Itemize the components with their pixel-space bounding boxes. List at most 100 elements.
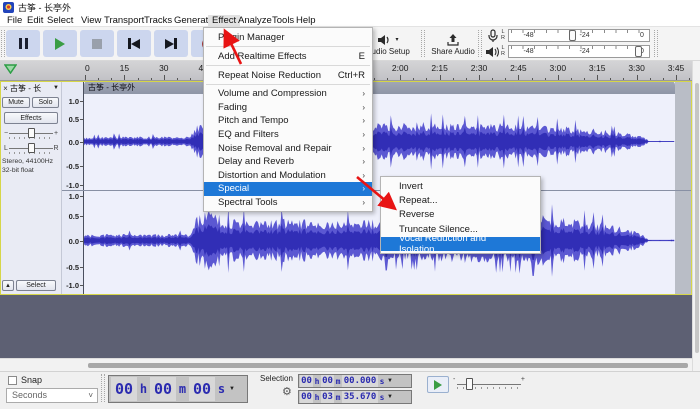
track-bitdepth-info: 32-bit float [2,167,34,174]
record-volume-slider[interactable] [569,30,576,41]
vruler-label: 1.0 [69,192,79,201]
menu-item-distortion-and-modulation[interactable]: Distortion and Modulation› [204,169,372,183]
menu-item-add-realtime-effects[interactable]: Add Realtime EffectsE [204,49,372,63]
channel-separator[interactable] [62,190,691,191]
chevron-down-icon[interactable]: ▼ [387,394,393,400]
menu-item-pitch-and-tempo[interactable]: Pitch and Tempo› [204,114,372,128]
snap-checkbox[interactable] [8,376,17,385]
speaker-icon: ▾ [377,33,398,47]
gain-plus-label: + [53,130,59,137]
playback-volume-slider[interactable] [635,46,642,57]
menu-item-delay-and-reverb[interactable]: Delay and Reverb› [204,155,372,169]
time-hours[interactable]: 00 [111,377,137,401]
app-icon [3,2,14,13]
submenu-arrow-icon: › [357,184,365,193]
chevron-down-icon[interactable]: ▼ [229,386,235,392]
submenu-arrow-icon: › [357,130,365,139]
audio-position-display[interactable]: 00 h 00 m 00 s ▼ [108,375,248,403]
play-at-speed-button[interactable] [427,376,449,393]
vertical-scrollbar[interactable] [692,61,700,371]
skip-end-icon [165,38,177,49]
pan-slider[interactable]: L R [3,142,59,155]
solo-button[interactable]: Solo [32,97,59,108]
timeline-label: 2:30 [471,63,488,73]
gear-icon[interactable]: ⚙ [282,385,292,398]
timeline-label: 30 [159,63,168,73]
play-button[interactable] [43,30,77,57]
menu-item-special[interactable]: Special› [204,182,372,196]
pause-button[interactable] [6,30,40,57]
selection-label: Selection [260,374,293,383]
menubar-item-help[interactable]: Help [292,15,320,26]
time-seconds-unit: s [215,382,228,396]
vruler-label: 0.5 [69,115,79,124]
playhead-pin-icon[interactable] [4,64,17,74]
menu-item-repeat-noise-reduction[interactable]: Repeat Noise ReductionCtrl+R [204,68,372,82]
track-menu-button[interactable]: ▼ [53,85,61,91]
submenu-arrow-icon: › [357,103,365,112]
toolbar-grip[interactable] [101,374,105,402]
submenu-item-vocal-reduction-and-isolation[interactable]: Vocal Reduction and Isolation... [381,237,540,251]
select-track-button[interactable]: Select [16,280,56,291]
pan-right-label: R [53,145,59,152]
menu-item-noise-removal-and-repair[interactable]: Noise Removal and Repair› [204,141,372,155]
submenu-item-reverse[interactable]: Reverse [381,208,540,222]
menu-item-plugin-manager[interactable]: Plugin Manager [204,30,372,44]
playback-meter-channel-labels: LR [499,45,507,57]
record-meter-channel-labels: LR [499,29,507,41]
submenu-item-invert[interactable]: Invert [381,179,540,193]
submenu-arrow-icon: › [357,144,365,153]
skip-to-start-button[interactable] [117,30,151,57]
empty-track-space[interactable] [0,295,692,358]
track-empty-region[interactable] [675,81,691,294]
vertical-scrollbar-thumb[interactable] [695,83,699,353]
collapse-track-button[interactable]: ▲ [2,280,14,291]
snap-toggle[interactable]: Snap [8,375,42,385]
record-meter[interactable]: -48 -24 0 [508,29,650,42]
submenu-arrow-icon: › [357,198,365,207]
chevron-down-icon[interactable]: ▼ [387,378,393,384]
menu-item-fading[interactable]: Fading› [204,101,372,115]
speed-minus-label: - [453,376,455,383]
horizontal-scrollbar-thumb[interactable] [88,363,688,368]
clip-header[interactable]: 古筝 - 长亭外 [84,81,675,94]
menu-separator [206,46,370,47]
speed-slider-handle[interactable] [466,378,473,390]
mute-button[interactable]: Mute [2,97,30,108]
effects-button[interactable]: Effects [4,112,58,124]
toolbar-grip[interactable] [654,30,658,57]
playback-speed-slider[interactable]: - + [453,376,525,393]
menubar: File Edit Select View Transport Tracks G… [0,15,700,27]
menu-item-spectral-tools[interactable]: Spectral Tools› [204,196,372,210]
toolbar-grip[interactable] [1,30,5,57]
gain-slider[interactable]: − + [3,127,59,140]
stop-icon [92,39,102,49]
menubar-item-select[interactable]: Select [43,15,77,26]
track-name[interactable]: 古筝 - 长 [10,83,53,94]
timeline-label: 3:15 [589,63,606,73]
share-audio-button[interactable]: Share Audio [425,29,481,59]
vertical-ruler[interactable]: 1.0 0.5 0.0 -0.5 -1.0 1.0 0.5 0.0 -0.5 -… [62,81,84,295]
gain-slider-handle[interactable] [28,128,35,138]
pan-slider-handle[interactable] [28,143,35,153]
selection-start-display[interactable]: 00 h 00 m 00.000 s ▼ [298,374,412,388]
vruler-label: -1.0 [66,181,79,190]
track-close-button[interactable]: × [1,84,10,93]
stop-button[interactable] [80,30,114,57]
meter-scale-label: -48 [524,48,534,55]
submenu-item-repeat[interactable]: Repeat... [381,193,540,207]
menu-item-eq-and-filters[interactable]: EQ and Filters› [204,128,372,142]
toolbar-grip[interactable] [478,30,482,57]
selection-end-display[interactable]: 00 h 03 m 35.670 s ▼ [298,390,412,404]
snap-mode-select[interactable]: Seconds ˅ [6,388,98,403]
vruler-label: 1.0 [69,97,79,106]
playback-meter[interactable]: -48 -24 0 [508,45,650,58]
menu-item-volume-and-compression[interactable]: Volume and Compression› [204,87,372,101]
skip-to-end-button[interactable] [154,30,188,57]
time-minutes[interactable]: 00 [150,377,176,401]
meter-scale-label: -48 [524,32,534,39]
submenu-arrow-icon: › [357,89,365,98]
horizontal-scrollbar[interactable] [0,358,692,371]
time-seconds[interactable]: 00 [189,377,215,401]
timeline-label: 2:45 [510,63,527,73]
